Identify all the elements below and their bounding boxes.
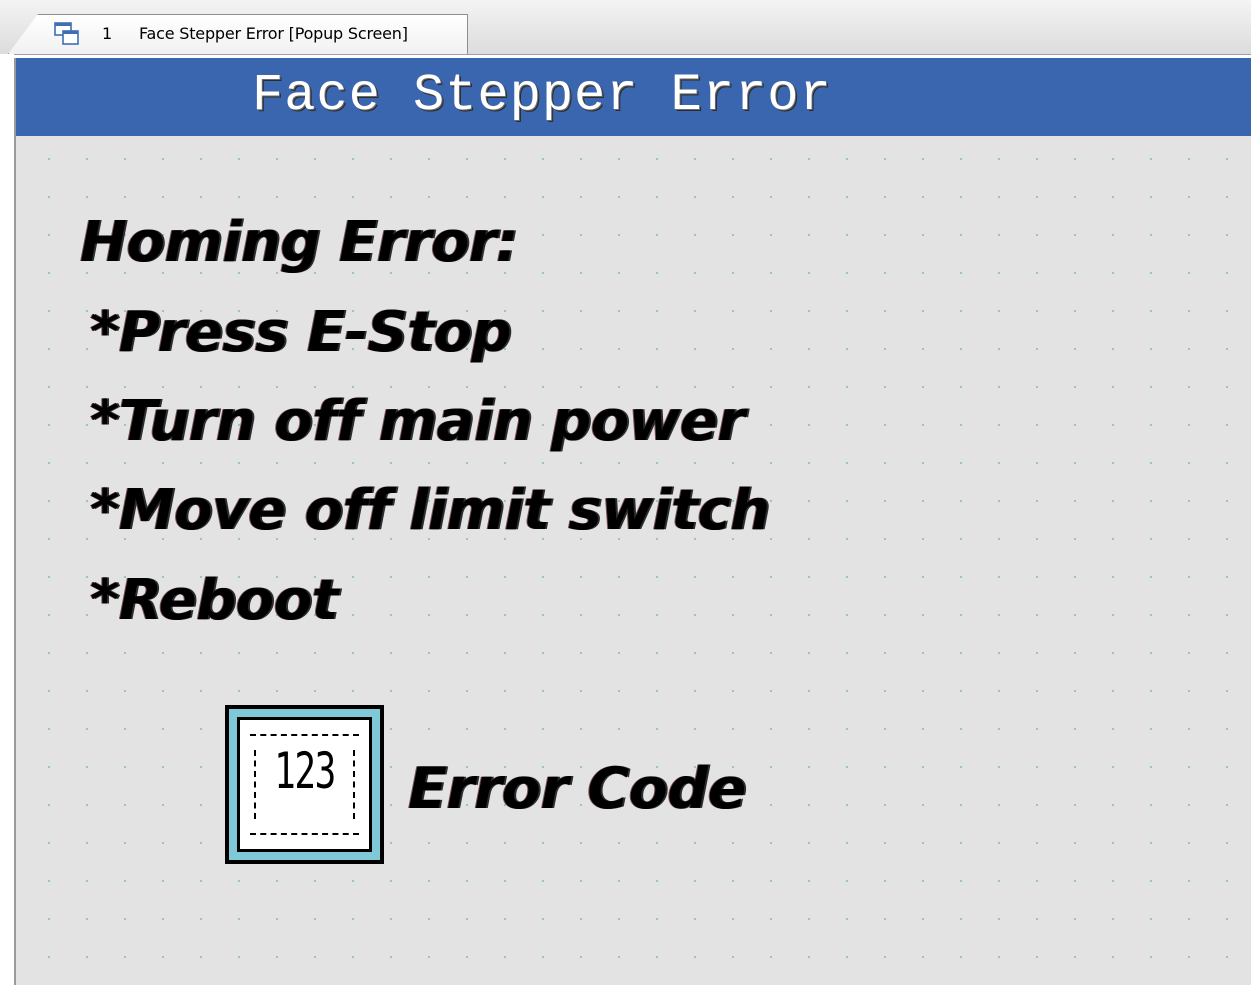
tab-number: 1 bbox=[102, 24, 113, 43]
numeric-display-frame: 123 bbox=[229, 709, 380, 860]
step-move-off-limit-switch[interactable]: *Move off limit switch bbox=[90, 478, 770, 543]
homing-error-heading[interactable]: Homing Error: bbox=[80, 210, 518, 275]
screen-title-bar[interactable]: Face Stepper Error bbox=[16, 58, 1251, 136]
screen-title[interactable]: Face Stepper Error bbox=[252, 66, 832, 125]
step-press-estop[interactable]: *Press E-Stop bbox=[90, 300, 512, 365]
tab-title: Face Stepper Error [Popup Screen] bbox=[139, 24, 408, 43]
numeric-display-value: 123 bbox=[274, 742, 336, 800]
screen-tab-strip: 1 Face Stepper Error [Popup Screen] bbox=[0, 0, 1251, 55]
tab-face-stepper-error[interactable]: 1 Face Stepper Error [Popup Screen] bbox=[8, 14, 468, 54]
popup-screen-icon bbox=[54, 22, 79, 45]
error-code-numeric-display[interactable]: 123 bbox=[225, 705, 384, 864]
numeric-display-icon: 123 bbox=[237, 717, 372, 852]
editor-window: 1 Face Stepper Error [Popup Screen] Face… bbox=[0, 0, 1251, 985]
step-turn-off-power[interactable]: *Turn off main power bbox=[90, 389, 745, 454]
numeric-display-right-bar bbox=[353, 750, 355, 819]
error-code-label[interactable]: Error Code bbox=[408, 756, 746, 822]
popup-screen-canvas[interactable]: Face Stepper Error Homing Error: *Press … bbox=[14, 58, 1251, 985]
left-gutter bbox=[0, 54, 14, 985]
numeric-display-left-bar bbox=[254, 750, 256, 819]
step-reboot[interactable]: *Reboot bbox=[90, 568, 338, 633]
